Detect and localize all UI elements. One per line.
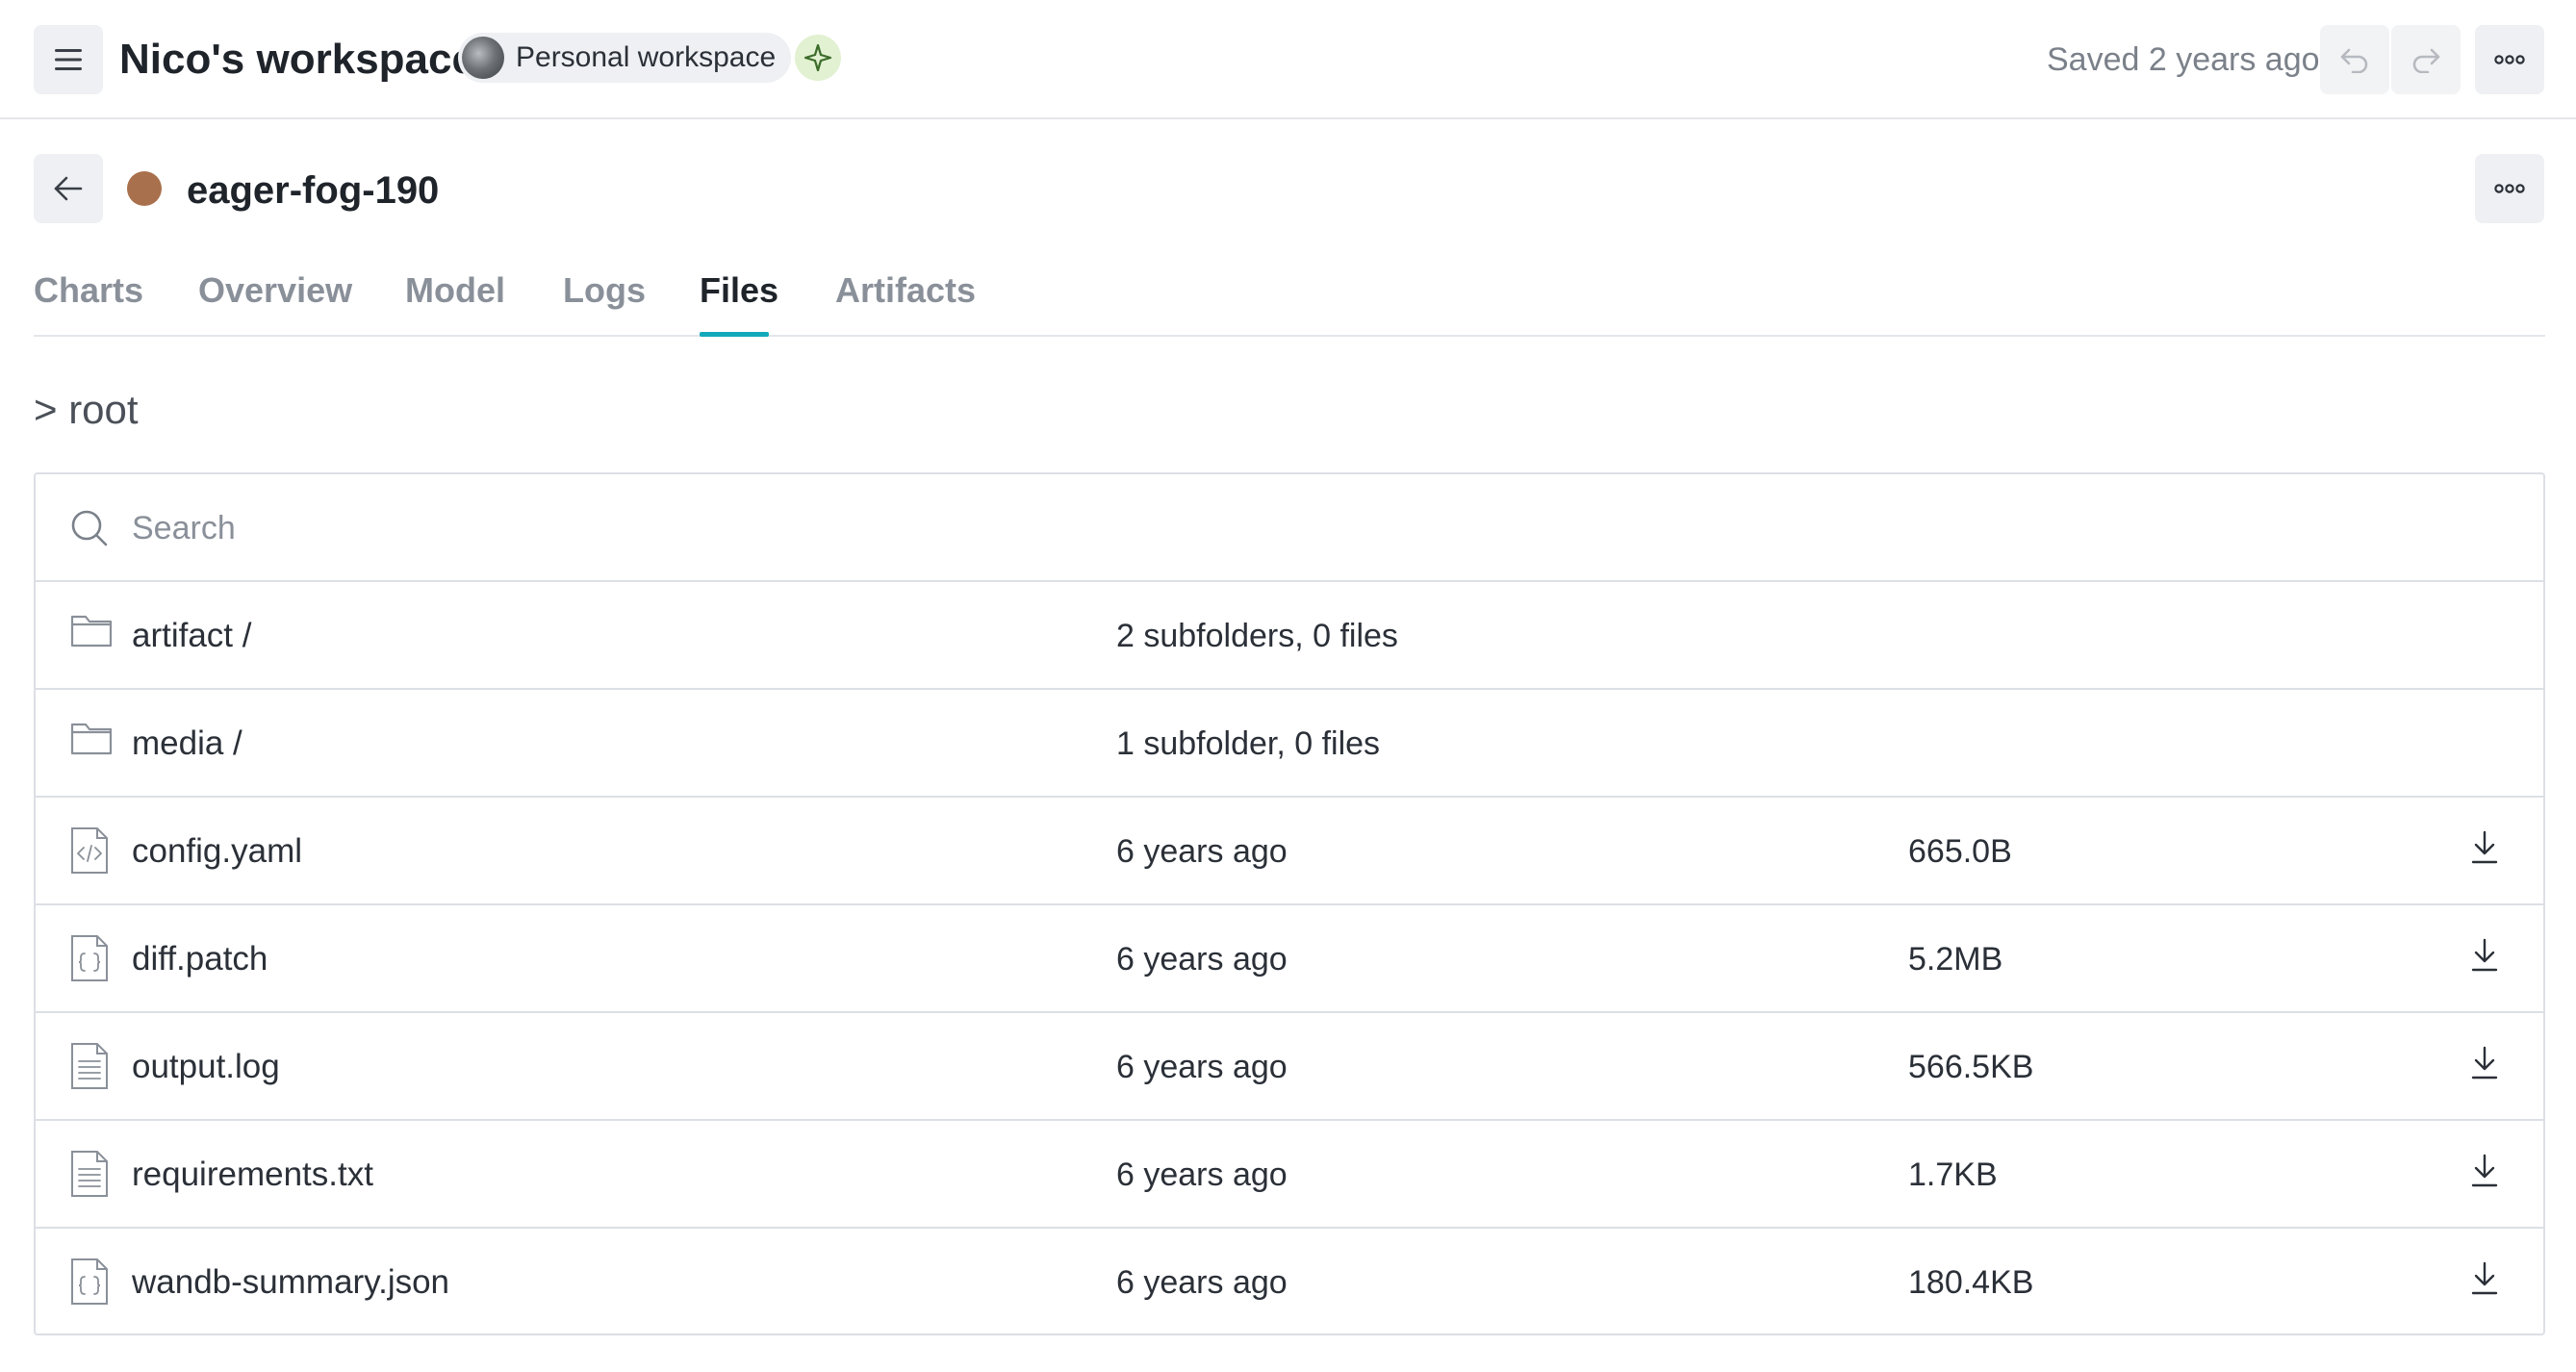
file-modified: 6 years ago [1116,1156,1288,1193]
back-button[interactable] [34,154,103,223]
run-name: eager-fog-190 [187,169,440,212]
file-name[interactable]: output.log [132,1046,280,1088]
sparkle-button[interactable] [795,35,841,81]
undo-icon [2340,48,2368,73]
undo-button[interactable] [2320,25,2389,94]
workspace-title: Nico's workspace [119,36,475,83]
saved-status: Saved 2 years ago [2047,41,2320,78]
file-modified: 6 years ago [1116,1049,1288,1085]
search-input[interactable] [132,499,2441,557]
avatar [462,37,504,79]
more-icon [2494,184,2525,193]
run-more-button[interactable] [2475,154,2544,223]
file-modified: 6 years ago [1116,833,1288,870]
download-icon[interactable] [2470,830,2499,865]
folder-row-artifact[interactable]: artifact / 2 subfolders, 0 files [36,582,2543,690]
file-size: 665.0B [1908,833,2012,870]
file-size: 180.4KB [1908,1264,2034,1301]
active-tab-indicator [700,332,769,337]
folder-meta: 1 subfolder, 0 files [1116,725,1381,762]
folder-meta: 2 subfolders, 0 files [1116,618,1398,654]
top-bar: Nico's workspace Personal workspace Save… [0,0,2576,119]
text-file-icon [71,1043,108,1089]
menu-button[interactable] [34,25,103,94]
more-icon [2494,55,2525,64]
workspace-pill-label: Personal workspace [516,41,777,73]
json-file-icon [71,1258,108,1305]
file-name[interactable]: wandb-summary.json [132,1261,449,1304]
tab-artifacts[interactable]: Artifacts [835,267,976,314]
search-row [36,474,2543,582]
more-options-button[interactable] [2475,25,2544,94]
file-row-wandb-summary[interactable]: wandb-summary.json 6 years ago 180.4KB [36,1229,2543,1336]
redo-icon [2412,48,2440,73]
tab-model[interactable]: Model [405,267,505,314]
tab-files[interactable]: Files [700,267,778,314]
workspace-pill[interactable]: Personal workspace [458,33,792,83]
sparkle-icon [803,43,832,72]
code-file-icon [71,827,108,874]
folder-icon [70,723,113,755]
redo-button[interactable] [2391,25,2461,94]
file-size: 5.2MB [1908,941,2003,978]
file-row-output[interactable]: output.log 6 years ago 566.5KB [36,1013,2543,1121]
folder-icon [70,615,113,648]
file-name[interactable]: requirements.txt [132,1154,373,1196]
download-icon[interactable] [2470,1261,2499,1296]
file-row-requirements[interactable]: requirements.txt 6 years ago 1.7KB [36,1121,2543,1229]
json-file-icon [71,935,108,981]
file-size: 1.7KB [1908,1156,1998,1193]
file-name[interactable]: diff.patch [132,938,268,980]
download-icon[interactable] [2470,938,2499,973]
folder-name[interactable]: media / [132,723,242,765]
file-name[interactable]: config.yaml [132,830,302,873]
tab-charts[interactable]: Charts [34,267,143,314]
file-size: 566.5KB [1908,1049,2034,1085]
breadcrumb[interactable]: > root [34,383,139,437]
download-icon[interactable] [2470,1154,2499,1188]
file-modified: 6 years ago [1116,941,1288,978]
tab-logs[interactable]: Logs [563,267,646,314]
file-browser: artifact / 2 subfolders, 0 files media /… [34,472,2545,1335]
folder-row-media[interactable]: media / 1 subfolder, 0 files [36,690,2543,798]
file-modified: 6 years ago [1116,1264,1288,1301]
menu-icon [55,49,82,70]
arrow-left-icon [54,176,83,201]
tab-bar: Charts Overview Model Logs Files Artifac… [34,260,2545,337]
folder-name[interactable]: artifact / [132,615,251,657]
file-row-diff[interactable]: diff.patch 6 years ago 5.2MB [36,905,2543,1013]
run-color-dot [127,171,162,206]
text-file-icon [71,1151,108,1197]
search-icon [71,510,108,546]
download-icon[interactable] [2470,1046,2499,1080]
tab-overview[interactable]: Overview [198,267,352,314]
file-row-config[interactable]: config.yaml 6 years ago 665.0B [36,798,2543,905]
